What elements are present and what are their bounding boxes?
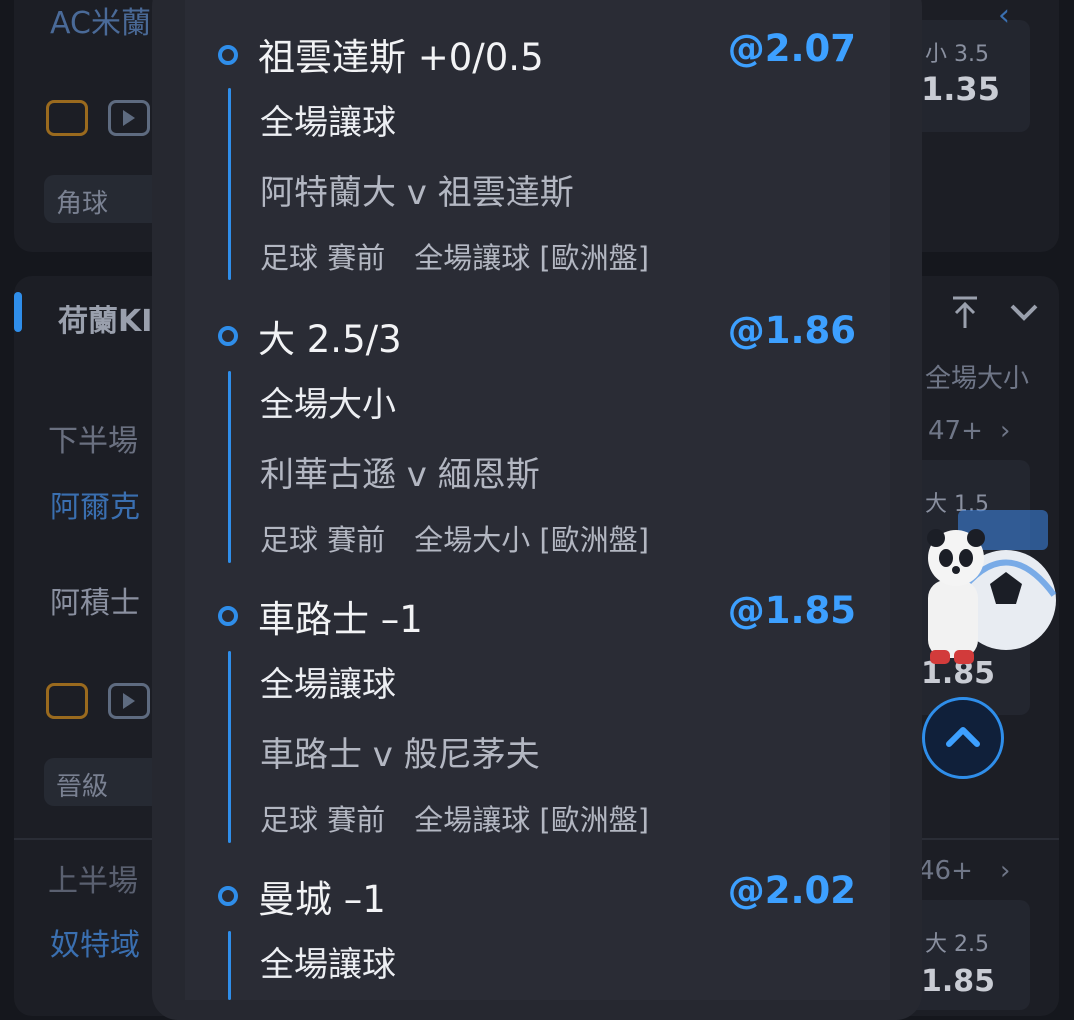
odds-value: 1.85	[921, 964, 996, 999]
bet-market: 全場讓球	[260, 665, 396, 705]
chevron-up-icon	[946, 727, 980, 747]
bet-item[interactable]: 曼城 –1 @2.02 全場讓球	[216, 845, 866, 1000]
odds-box[interactable]: 大 2.5 1.85	[905, 900, 1030, 1010]
odds-label: 大 2.5	[925, 932, 989, 957]
bet-item[interactable]: 祖雲達斯 +0/0.5 @2.07 全場讓球 阿特蘭大 v 祖雲達斯 足球 賽前…	[216, 0, 866, 285]
selection-dot-icon	[218, 326, 238, 346]
selection-dot-icon	[218, 606, 238, 626]
odds-box[interactable]: 小 3.5 1.35	[905, 20, 1030, 132]
bet-info: 足球 賽前 全場讓球 [歐洲盤]	[260, 803, 650, 837]
tag-label: 角球	[56, 189, 109, 219]
column-header: 全場大小	[925, 364, 1030, 394]
bet-odds: @2.07	[727, 27, 856, 70]
scroll-top-button[interactable]	[922, 697, 1004, 779]
bet-selection: 曼城 –1	[258, 878, 386, 921]
team-b: 阿積士	[50, 586, 140, 621]
odds-value: 1.35	[921, 70, 1000, 108]
pin-to-top-icon[interactable]	[950, 294, 980, 339]
bet-match: 利華古遜 v 緬恩斯	[260, 455, 540, 495]
chevron-down-icon[interactable]	[1008, 300, 1040, 328]
selection-dot-icon	[218, 45, 238, 65]
team-a: 奴特域	[50, 928, 140, 963]
chevron-left-icon[interactable]: ‹	[998, 0, 1010, 33]
timeline-line	[228, 651, 231, 843]
bet-market: 全場讓球	[260, 103, 396, 143]
odds-label: 小 3.5	[925, 42, 989, 67]
tag-label: 晉級	[56, 772, 109, 802]
bet-market: 全場大小	[260, 385, 396, 425]
bet-item[interactable]: 車路士 –1 @1.85 全場讓球 車路士 v 般尼茅夫 足球 賽前 全場讓球 …	[216, 565, 866, 845]
panda-mascot-icon[interactable]	[918, 500, 1058, 675]
soccer-field-icon[interactable]	[46, 683, 88, 719]
bet-selection: 車路士 –1	[258, 598, 423, 641]
bet-item[interactable]: 大 2.5/3 @1.86 全場大小 利華古遜 v 緬恩斯 足球 賽前 全場大小…	[216, 285, 866, 565]
soccer-field-icon[interactable]	[46, 100, 88, 136]
timeline-line	[228, 931, 231, 1000]
bet-info: 足球 賽前 全場讓球 [歐洲盤]	[260, 241, 650, 275]
period-label: 上半場	[48, 864, 138, 899]
more-markets[interactable]: 46+	[918, 856, 973, 886]
chevron-right-icon[interactable]: ›	[1000, 416, 1010, 446]
timeline-line	[228, 371, 231, 563]
bet-selection: 祖雲達斯 +0/0.5	[258, 36, 544, 79]
league-name: 荷蘭KI	[58, 304, 153, 339]
team-name: AC米蘭	[50, 6, 151, 41]
bet-info: 足球 賽前 全場大小 [歐洲盤]	[260, 523, 650, 557]
more-markets[interactable]: 47+	[928, 416, 983, 446]
bet-selection: 大 2.5/3	[258, 318, 402, 361]
bet-odds: @1.85	[727, 589, 856, 632]
chevron-right-icon[interactable]: ›	[1000, 856, 1010, 886]
video-play-icon[interactable]	[108, 683, 150, 719]
league-accent	[14, 292, 22, 332]
selection-dot-icon	[218, 886, 238, 906]
team-a: 阿爾克	[50, 490, 140, 525]
bet-match: 阿特蘭大 v 祖雲達斯	[260, 173, 574, 213]
bet-odds: @2.02	[727, 869, 856, 912]
bet-match: 車路士 v 般尼茅夫	[260, 735, 540, 775]
bet-odds: @1.86	[727, 309, 856, 352]
video-play-icon[interactable]	[108, 100, 150, 136]
timeline-line	[228, 88, 231, 280]
period-label: 下半場	[48, 424, 138, 459]
bet-market: 全場讓球	[260, 945, 396, 985]
